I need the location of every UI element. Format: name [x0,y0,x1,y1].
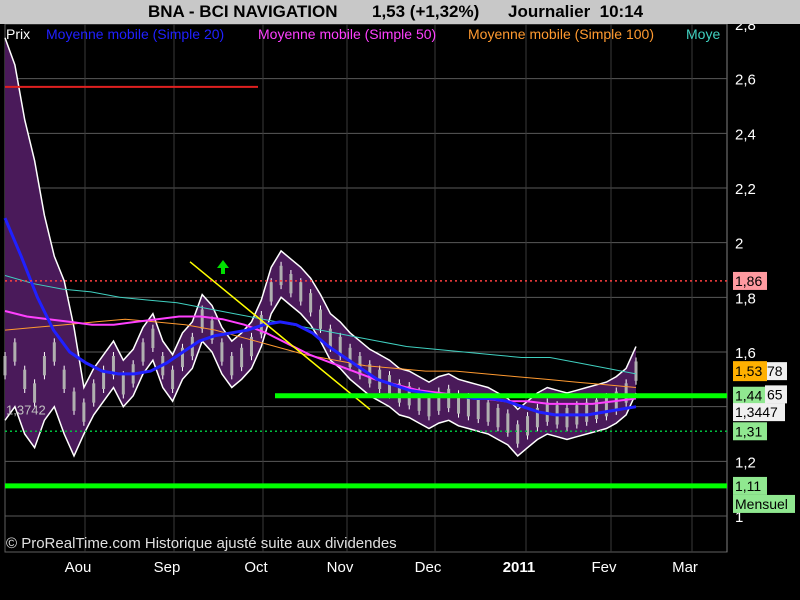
y-tick-label: 1,8 [735,290,756,307]
price-candle [220,342,224,362]
price-candle [604,397,608,417]
price-candle [476,399,480,420]
price-candle [269,282,273,302]
price-candle [319,309,322,329]
price-candle [634,361,638,381]
y-tick-label: 2,2 [735,181,756,198]
price-candle [240,347,244,368]
level-tag-label: 1,11 [735,478,761,494]
plot-area [4,23,728,553]
x-tick-label: Aou [65,559,92,576]
price-candle [62,369,66,389]
chart-header: BNA - BCI NAVIGATION 1,53 (+1,32%) Journ… [0,0,800,24]
price-candle [279,265,283,286]
side-tag-label: 65 [767,386,783,402]
x-tick-label: Sep [154,559,181,576]
legend-item: Moyenne mobile (Simple 20) [46,26,224,42]
price-candle [33,383,37,403]
footer-note: © ProRealTime.com Historique ajusté suit… [6,535,397,552]
price-candle [516,424,520,444]
side-tag-label: 1,3447 [735,404,778,420]
price-candle [427,397,431,417]
price-candle [466,397,470,417]
price-candle [3,356,7,376]
y-tick-label: 2,6 [735,72,756,89]
x-tick-label: Nov [327,559,354,576]
x-tick-label: Fev [591,559,617,576]
y-tick-label: 2,4 [735,126,756,143]
legend-item: Moye [686,26,720,42]
y-tick-label: 1,6 [735,345,756,362]
price-candle [92,383,96,403]
price-candle [447,388,451,409]
left-value-label: 1,3742 [6,402,46,417]
y-tick-label: 1,2 [735,454,756,471]
x-tick-label: Dec [415,559,442,576]
price-candle [52,342,56,362]
price-candle [72,391,76,411]
period-time: Journalier 10:14 [508,2,644,21]
x-tick-label: Mar [672,559,698,576]
price-candle [121,375,125,395]
price-candle [585,402,589,422]
side-tag-label: 78 [767,363,783,379]
symbol-title: BNA - BCI NAVIGATION [148,2,338,21]
price-tag-label: 1,53 [735,363,762,379]
price-candle [289,274,293,294]
price-candle [82,402,86,422]
legend-item: Prix [6,26,30,42]
price-candle [200,309,204,329]
price-candle [151,328,155,348]
y-tick-label: 2 [735,236,743,253]
x-tick-label: Oct [244,559,268,576]
level-tag-label: 1,31 [735,423,762,439]
legend-item: Moyenne mobile (Simple 100) [468,26,654,42]
price-candle [486,402,490,422]
price-candle [299,282,303,302]
price-candle [141,342,145,362]
price-candle [506,413,510,433]
price-candle [348,347,352,368]
level-tag-label: 1,86 [735,273,762,289]
price-candle [565,407,569,428]
price-candle [230,356,234,376]
mensuel-label: Mensuel [735,496,788,512]
price-candle [526,416,530,436]
price-candle [171,369,175,389]
level-tag-label: 1,44 [735,388,762,404]
price-candle [23,369,27,389]
price-change: 1,53 (+1,32%) [372,2,480,21]
stock-chart[interactable]: 2,82,62,42,221,81,61,41,21AouSepOctNovDe… [0,0,800,600]
x-tick-label: 2011 [503,559,536,576]
legend-item: Moyenne mobile (Simple 50) [258,26,436,42]
price-candle [13,342,17,362]
price-candle [496,407,500,428]
price-candle [42,356,46,376]
price-candle [309,293,313,313]
